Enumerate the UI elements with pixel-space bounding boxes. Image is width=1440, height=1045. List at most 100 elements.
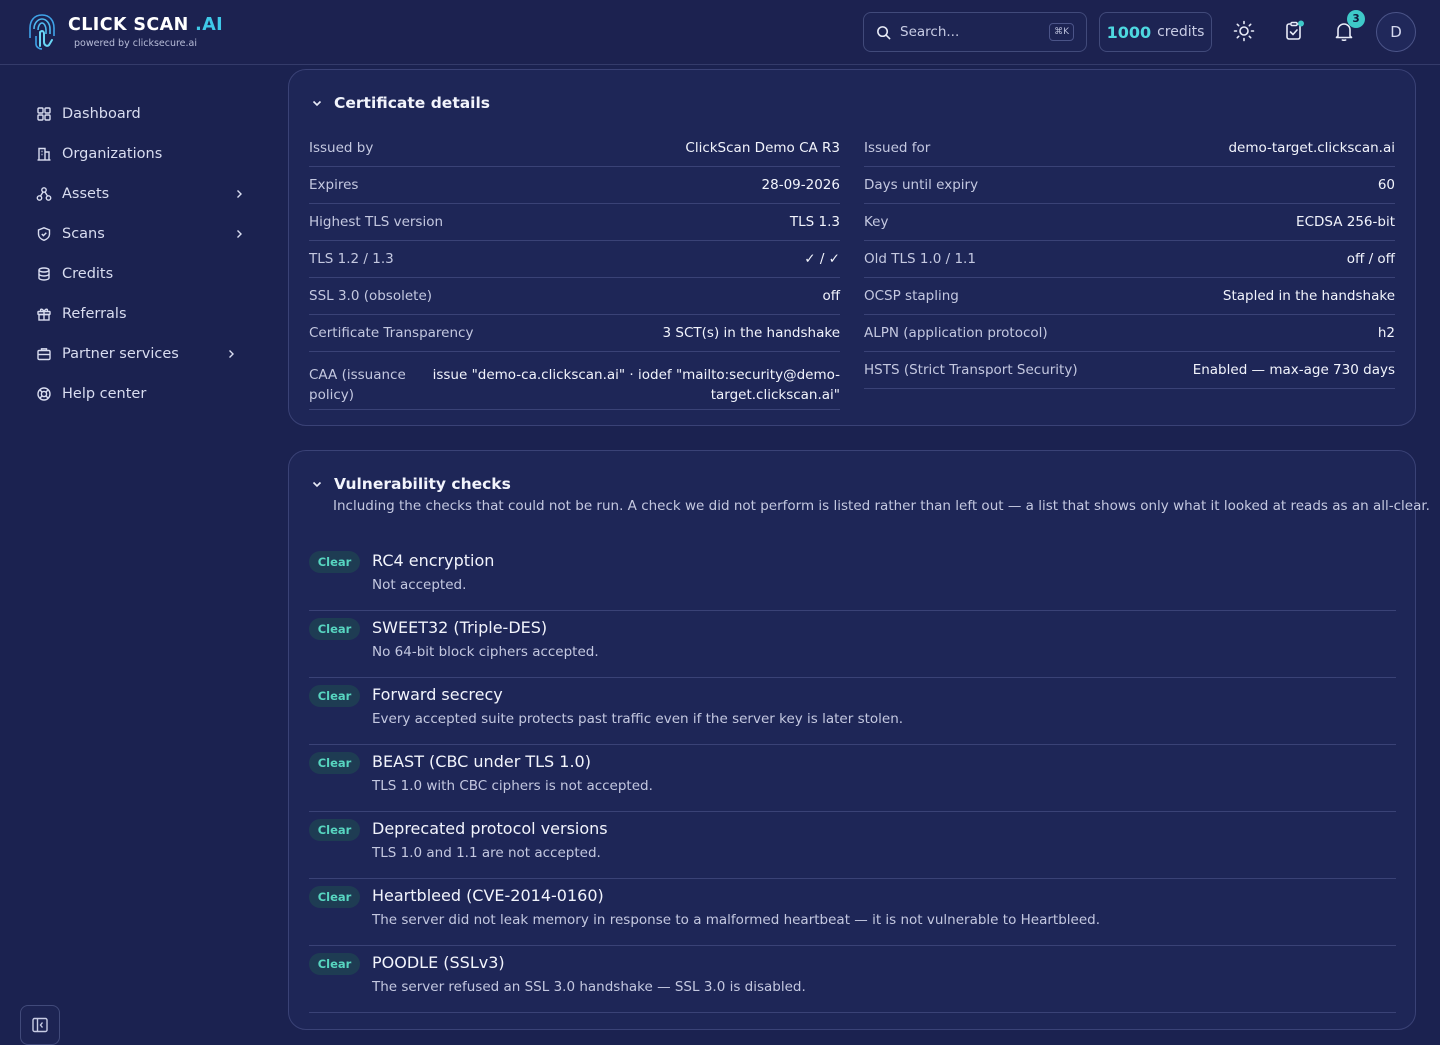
cert-row-value: issue "demo-ca.clickscan.ai" · iodef "ma…: [432, 367, 840, 403]
vulnerability-check-item: Clear POODLE (SSLv3) The server refused an…: [309, 946, 1396, 1013]
cert-row-key: SSL 3.0 (obsolete): [309, 288, 433, 304]
cert-row-key: Highest TLS version: [309, 214, 444, 230]
vulnerability-checks-title: Vulnerability checks: [334, 475, 511, 493]
cert-row: CAA (issuance policy) issue "demo-ca.clic…: [309, 352, 840, 410]
sidebar-item-partner-services[interactable]: Partner services: [20, 336, 265, 372]
sidebar-item-scans[interactable]: Scans: [20, 216, 265, 252]
sidebar-item-credits[interactable]: Credits: [20, 256, 265, 292]
sidebar-item-label: Scans: [62, 226, 105, 242]
brand-logo[interactable]: CLICK SCAN .AI powered by clicksecure.ai: [27, 12, 223, 50]
sidebar-item-label: Organizations: [62, 146, 163, 162]
cert-row: ALPN (application protocol) h2: [864, 315, 1395, 352]
sidebar-item-help-center[interactable]: Help center: [20, 376, 265, 412]
cert-row-key: Issued for: [864, 140, 931, 156]
cert-row: Expires 28-09-2026: [309, 167, 840, 204]
cert-row-key: Issued by: [309, 140, 374, 156]
cert-row-key: OCSP stapling: [864, 288, 959, 304]
cert-row: SSL 3.0 (obsolete) off: [309, 278, 840, 315]
cert-row: Key ECDSA 256-bit: [864, 204, 1395, 241]
sidebar-item-label: Referrals: [62, 306, 127, 322]
network-icon: [36, 187, 52, 201]
check-description: TLS 1.0 and 1.1 are not accepted.: [372, 845, 601, 861]
cert-row-key: Old TLS 1.0 / 1.1: [864, 251, 976, 267]
check-description: TLS 1.0 with CBC ciphers is not accepted…: [372, 778, 653, 794]
status-badge: Clear: [309, 886, 360, 908]
check-title: SWEET32 (Triple-DES): [372, 618, 548, 637]
cert-row: HSTS (Strict Transport Security) Enabled …: [864, 352, 1395, 389]
status-badge: Clear: [309, 752, 360, 774]
chevron-right-icon: [229, 350, 234, 358]
cert-row: TLS 1.2 / 1.3 ✓ / ✓: [309, 241, 840, 278]
check-description: Not accepted.: [372, 577, 467, 593]
coins-icon: [38, 267, 50, 281]
cert-row-value: 60: [1377, 177, 1395, 193]
sidebar-collapse-icon: [32, 1017, 48, 1033]
top-bar: CLICK SCAN .AI powered by clicksecure.ai…: [0, 0, 1440, 65]
cert-row: Certificate Transparency 3 SCT(s) in the …: [309, 315, 840, 352]
sidebar-item-dashboard[interactable]: Dashboard: [20, 96, 265, 132]
shield-icon: [37, 227, 51, 242]
certificate-details-panel: Certificate details Issued by ClickScan D…: [288, 69, 1416, 426]
sun-icon[interactable]: [1233, 20, 1255, 42]
vulnerability-check-item: Clear Forward secrecy Every accepted suite…: [309, 678, 1396, 745]
cert-row: Highest TLS version TLS 1.3: [309, 204, 840, 241]
vulnerability-checks-panel: Vulnerability checks Including the check…: [288, 450, 1430, 1030]
search-input[interactable]: Search... ⌘K: [863, 12, 1087, 52]
check-title: Deprecated protocol versions: [372, 819, 608, 838]
status-badge: Clear: [309, 685, 360, 707]
certificate-details-header[interactable]: Certificate details: [311, 94, 490, 112]
sidebar-item-assets[interactable]: Assets: [20, 176, 265, 212]
chevron-down-icon: [312, 481, 322, 488]
cert-row-value: off / off: [1346, 251, 1395, 267]
cert-row: Issued for demo-target.clickscan.ai: [864, 130, 1395, 167]
certificate-details-title: Certificate details: [334, 94, 491, 112]
sidebar: Dashboard Organizations Assets Scans Cre…: [0, 65, 280, 1045]
sidebar-item-label: Dashboard: [62, 106, 141, 122]
building-icon: [37, 147, 51, 161]
cert-row-value: ✓ / ✓: [804, 251, 840, 267]
sidebar-item-label: Assets: [62, 186, 110, 202]
status-badge: Clear: [309, 953, 360, 975]
collapse-sidebar-button[interactable]: [20, 1005, 60, 1045]
cert-row: Days until expiry 60: [864, 167, 1395, 204]
credits-button[interactable]: 1000 credits: [1099, 12, 1212, 52]
cert-row: OCSP stapling Stapled in the handshake: [864, 278, 1395, 315]
status-badge: Clear: [309, 618, 360, 640]
check-description: No 64-bit block ciphers accepted.: [372, 644, 599, 660]
cert-row-value: ClickScan Demo CA R3: [685, 140, 840, 156]
search-icon: [877, 25, 891, 39]
check-title: BEAST (CBC under TLS 1.0): [372, 752, 591, 771]
cert-row: Issued by ClickScan Demo CA R3: [309, 130, 840, 167]
vulnerability-check-item: Clear Heartbleed (CVE-2014-0160) The serve…: [309, 879, 1396, 946]
avatar[interactable]: D: [1376, 12, 1416, 52]
cert-row-value: demo-target.clickscan.ai: [1228, 140, 1395, 156]
cert-row-value: off: [822, 288, 840, 304]
cert-row-key: Key: [864, 214, 889, 230]
check-title: Heartbleed (CVE-2014-0160): [372, 886, 604, 905]
notification-count-badge: 3: [1347, 10, 1365, 28]
cert-row-key: TLS 1.2 / 1.3: [309, 251, 394, 267]
vulnerability-check-item: Clear BEAST (CBC under TLS 1.0) TLS 1.0 wi…: [309, 745, 1396, 812]
credits-label: credits: [1157, 24, 1205, 40]
check-description: The server did not leak memory in respon…: [372, 912, 1100, 928]
lifebuoy-icon: [37, 387, 51, 401]
cert-row-value: Enabled — max-age 730 days: [1192, 362, 1395, 378]
fingerprint-logo-icon: [29, 14, 55, 50]
vulnerability-checks-header[interactable]: Vulnerability checks: [311, 475, 511, 493]
chevron-down-icon: [312, 100, 322, 107]
vulnerability-check-item: Clear Deprecated protocol versions TLS 1.0…: [309, 812, 1396, 879]
cert-row-key: CAA (issuance policy): [309, 367, 406, 403]
sidebar-item-referrals[interactable]: Referrals: [20, 296, 265, 332]
brand-tagline: powered by clicksecure.ai: [74, 37, 198, 49]
sidebar-item-label: Credits: [62, 266, 114, 282]
credits-value: 1000: [1106, 22, 1152, 42]
check-description: Every accepted suite protects past traff…: [372, 711, 904, 727]
sidebar-item-organizations[interactable]: Organizations: [20, 136, 265, 172]
cert-row-value: Stapled in the handshake: [1222, 288, 1395, 304]
cert-row-value: TLS 1.3: [789, 214, 840, 230]
cert-row-value: 3 SCT(s) in the handshake: [662, 325, 840, 341]
grid-icon: [37, 107, 51, 121]
chevron-right-icon: [237, 230, 242, 238]
clipboard-check-icon[interactable]: [1283, 20, 1305, 42]
status-badge: Clear: [309, 551, 360, 573]
